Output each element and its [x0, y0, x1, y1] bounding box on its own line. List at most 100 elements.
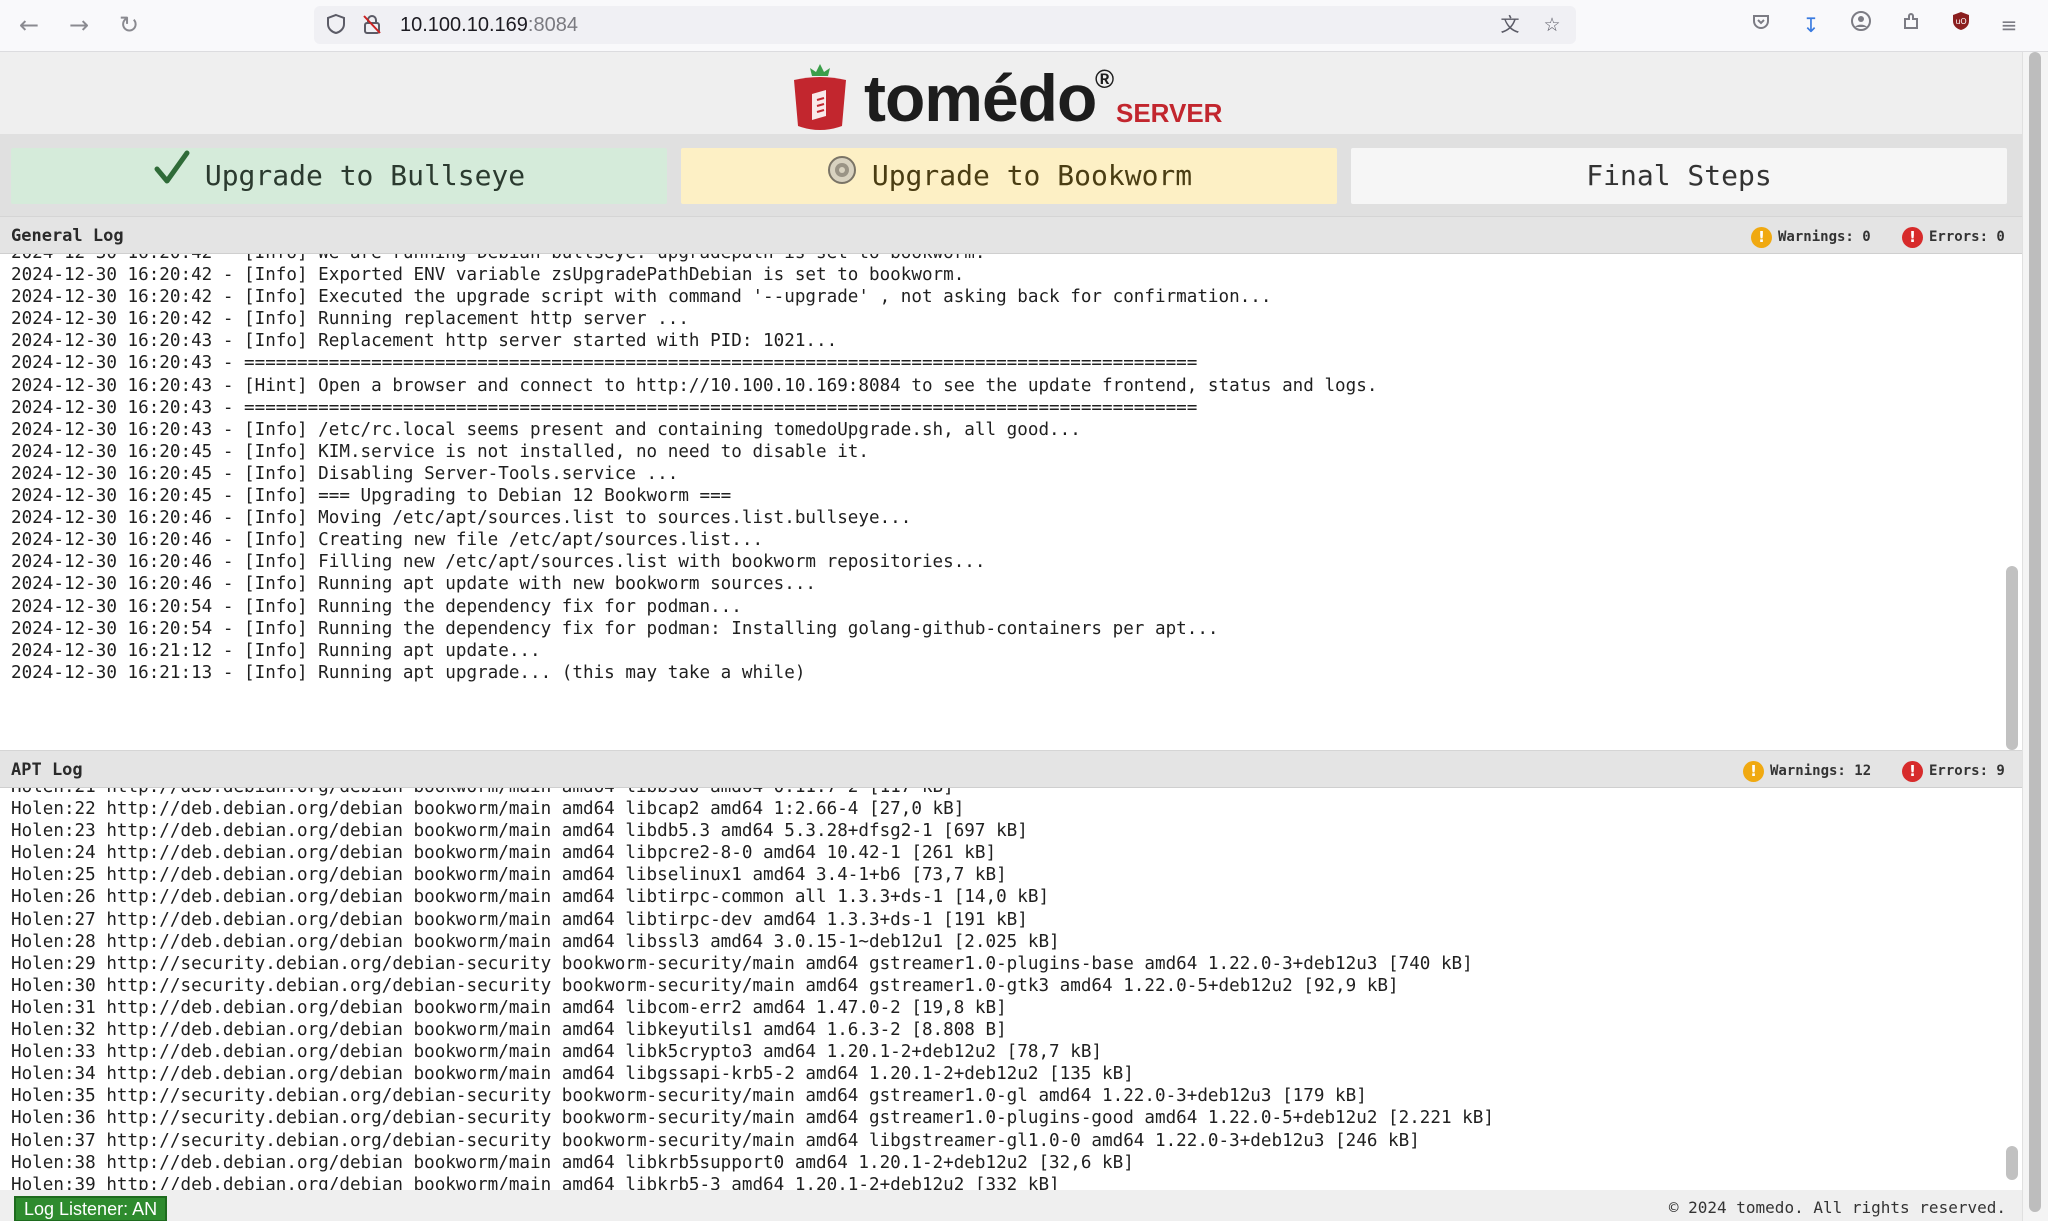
back-arrow-icon[interactable]: ← — [14, 10, 44, 40]
general-log-scrollbar[interactable] — [2006, 254, 2018, 750]
warnings-count: Warnings: 0 — [1778, 229, 1871, 245]
log-line: Holen:33 http://deb.debian.org/debian bo… — [11, 1042, 1103, 1063]
log-line: 2024-12-30 16:20:42 - [Info] Running rep… — [11, 309, 689, 330]
general-log-title: General Log — [11, 226, 124, 246]
logo-wordmark: tomédo — [864, 61, 1097, 135]
log-line: 2024-12-30 16:20:46 - [Info] Filling new… — [11, 552, 986, 573]
log-line: Holen:22 http://deb.debian.org/debian bo… — [11, 799, 965, 820]
log-line: Holen:36 http://security.debian.org/debi… — [11, 1108, 1494, 1129]
logo-server-suffix: SERVER — [1116, 98, 1223, 128]
page: tomédo ® SERVER Upgrade to Bullseye Upgr… — [0, 52, 2022, 1221]
log-line: Holen:37 http://security.debian.org/debi… — [11, 1130, 1420, 1151]
apt-log-scrollbar-thumb[interactable] — [2006, 1146, 2018, 1180]
log-line: 2024-12-30 16:21:12 - [Info] Running apt… — [11, 640, 541, 661]
pocket-icon[interactable] — [1746, 10, 1776, 40]
url-bar[interactable]: 10.100.10.169:8084 文 ☆ — [314, 6, 1576, 44]
warning-icon: ! — [1743, 760, 1764, 782]
log-line: Holen:25 http://deb.debian.org/debian bo… — [11, 865, 1007, 886]
translate-icon[interactable]: 文 — [1498, 13, 1522, 37]
svg-text:uO: uO — [1955, 17, 1966, 26]
lock-icon[interactable] — [360, 13, 384, 37]
general-log-scrollbar-thumb[interactable] — [2006, 566, 2018, 750]
log-line: Holen:29 http://security.debian.org/debi… — [11, 953, 1473, 974]
upgrade-steps: Upgrade to Bullseye Upgrade to Bookworm … — [0, 134, 2022, 216]
menu-icon[interactable]: ≡ — [1994, 10, 2024, 40]
reload-icon[interactable]: ↻ — [114, 10, 144, 40]
log-line: 2024-12-30 16:20:43 - [Hint] Open a brow… — [11, 375, 1378, 396]
general-log-panel[interactable]: 2024-12-30 16:20:42 - [Info] We are runn… — [0, 254, 2022, 750]
log-line: 2024-12-30 16:20:42 - [Info] Executed th… — [11, 287, 1272, 308]
log-line: 2024-12-30 16:20:45 - [Info] === Upgradi… — [11, 486, 732, 507]
log-line: 2024-12-30 16:20:43 - [Info] /etc/rc.loc… — [11, 419, 1081, 440]
ublock-icon[interactable]: uO — [1946, 10, 1976, 40]
apt-log-warnings: ! Warnings: 12 — [1743, 760, 1871, 782]
apt-log-header: APT Log ! Warnings: 12 ! Errors: 9 — [0, 750, 2022, 788]
log-line: Holen:31 http://deb.debian.org/debian bo… — [11, 997, 1007, 1018]
apt-log-errors: ! Errors: 9 — [1902, 760, 2005, 782]
log-line: Holen:23 http://deb.debian.org/debian bo… — [11, 821, 1028, 842]
log-line: 2024-12-30 16:20:46 - [Info] Running apt… — [11, 574, 817, 595]
log-line: Holen:24 http://deb.debian.org/debian bo… — [11, 843, 997, 864]
step-label: Upgrade to Bullseye — [204, 159, 526, 192]
log-line: 2024-12-30 16:21:13 - [Info] Running apt… — [11, 662, 806, 683]
general-log-errors: ! Errors: 0 — [1902, 226, 2005, 248]
log-line: 2024-12-30 16:20:42 - [Info] Exported EN… — [11, 265, 965, 286]
url-host: 10.100.10.169 — [400, 14, 528, 36]
log-line: 2024-12-30 16:20:43 - ==================… — [11, 397, 1198, 418]
url-port: :8084 — [527, 14, 578, 36]
footer: Log Listener: AN © 2024 tomedo. All righ… — [0, 1192, 2022, 1221]
log-line: Holen:21 http://deb.debian.org/debian bo… — [11, 788, 1494, 798]
log-line: 2024-12-30 16:20:54 - [Info] Running the… — [11, 596, 742, 617]
log-line: 2024-12-30 16:20:42 - [Info] We are runn… — [11, 254, 1377, 264]
log-line: Holen:35 http://security.debian.org/debi… — [11, 1086, 1367, 1107]
log-line: 2024-12-30 16:20:43 - [Info] Replacement… — [11, 331, 838, 352]
log-line: Holen:32 http://deb.debian.org/debian bo… — [11, 1020, 1007, 1041]
account-icon[interactable] — [1846, 10, 1876, 40]
copyright-text: © 2024 tomedo. All rights reserved. — [1668, 1198, 2006, 1217]
apt-log-scrollbar[interactable] — [2006, 788, 2018, 1190]
url-text[interactable]: 10.100.10.169:8084 — [400, 14, 578, 37]
apt-log-panel[interactable]: Holen:21 http://deb.debian.org/debian bo… — [0, 788, 2022, 1190]
step-final-steps[interactable]: Final Steps — [1351, 148, 2007, 204]
error-icon: ! — [1902, 226, 1923, 248]
log-line: 2024-12-30 16:20:46 - [Info] Moving /etc… — [11, 508, 912, 529]
spinner-icon — [826, 149, 858, 205]
warnings-count: Warnings: 12 — [1770, 763, 1872, 779]
apt-log-lines: Holen:21 http://deb.debian.org/debian bo… — [11, 788, 1494, 1190]
log-listener-toggle[interactable]: Log Listener: AN — [14, 1196, 168, 1221]
page-scrollbar[interactable] — [2022, 52, 2048, 1221]
checkmark-icon — [153, 149, 191, 206]
step-upgrade-to-bullseye[interactable]: Upgrade to Bullseye — [11, 148, 667, 204]
log-line: Holen:34 http://deb.debian.org/debian bo… — [11, 1064, 1134, 1085]
log-line: Holen:28 http://deb.debian.org/debian bo… — [11, 931, 1060, 952]
star-icon[interactable]: ☆ — [1540, 13, 1564, 37]
header-logo: tomédo ® SERVER — [0, 52, 2022, 135]
step-label: Upgrade to Bookworm — [871, 159, 1193, 192]
shield-icon[interactable] — [324, 13, 348, 37]
general-log-warnings: ! Warnings: 0 — [1751, 226, 1871, 248]
general-log-header: General Log ! Warnings: 0 ! Errors: 0 — [0, 216, 2022, 254]
download-icon[interactable]: ↧ — [1796, 10, 1826, 40]
errors-count: Errors: 9 — [1929, 763, 2005, 779]
log-line: 2024-12-30 16:20:54 - [Info] Running the… — [11, 618, 1219, 639]
step-label: Final Steps — [1586, 159, 1772, 192]
log-line: Holen:27 http://deb.debian.org/debian bo… — [11, 909, 1028, 930]
tomedo-logo-icon — [794, 64, 846, 130]
log-line: 2024-12-30 16:20:45 - [Info] Disabling S… — [11, 463, 679, 484]
step-upgrade-to-bookworm[interactable]: Upgrade to Bookworm — [681, 148, 1337, 204]
browser-toolbar: ← → ↻ 10.100.10.169:8084 文 ☆ ↧ uO ≡ — [0, 0, 2048, 52]
logo-registered-mark: ® — [1095, 64, 1115, 94]
warning-icon: ! — [1751, 226, 1772, 248]
log-line: Holen:30 http://security.debian.org/debi… — [11, 975, 1399, 996]
log-line: 2024-12-30 16:20:45 - [Info] KIM.service… — [11, 441, 869, 462]
log-line: 2024-12-30 16:20:46 - [Info] Creating ne… — [11, 530, 764, 551]
log-line: 2024-12-30 16:20:43 - ==================… — [11, 353, 1198, 374]
apt-log-title: APT Log — [11, 760, 83, 780]
forward-arrow-icon[interactable]: → — [64, 10, 94, 40]
general-log-lines: 2024-12-30 16:20:42 - [Info] We are runn… — [11, 254, 1377, 684]
errors-count: Errors: 0 — [1929, 229, 2005, 245]
log-line: Holen:26 http://deb.debian.org/debian bo… — [11, 887, 1050, 908]
page-scrollbar-thumb[interactable] — [2029, 52, 2041, 1212]
extensions-icon[interactable] — [1896, 10, 1926, 40]
error-icon: ! — [1902, 760, 1923, 782]
